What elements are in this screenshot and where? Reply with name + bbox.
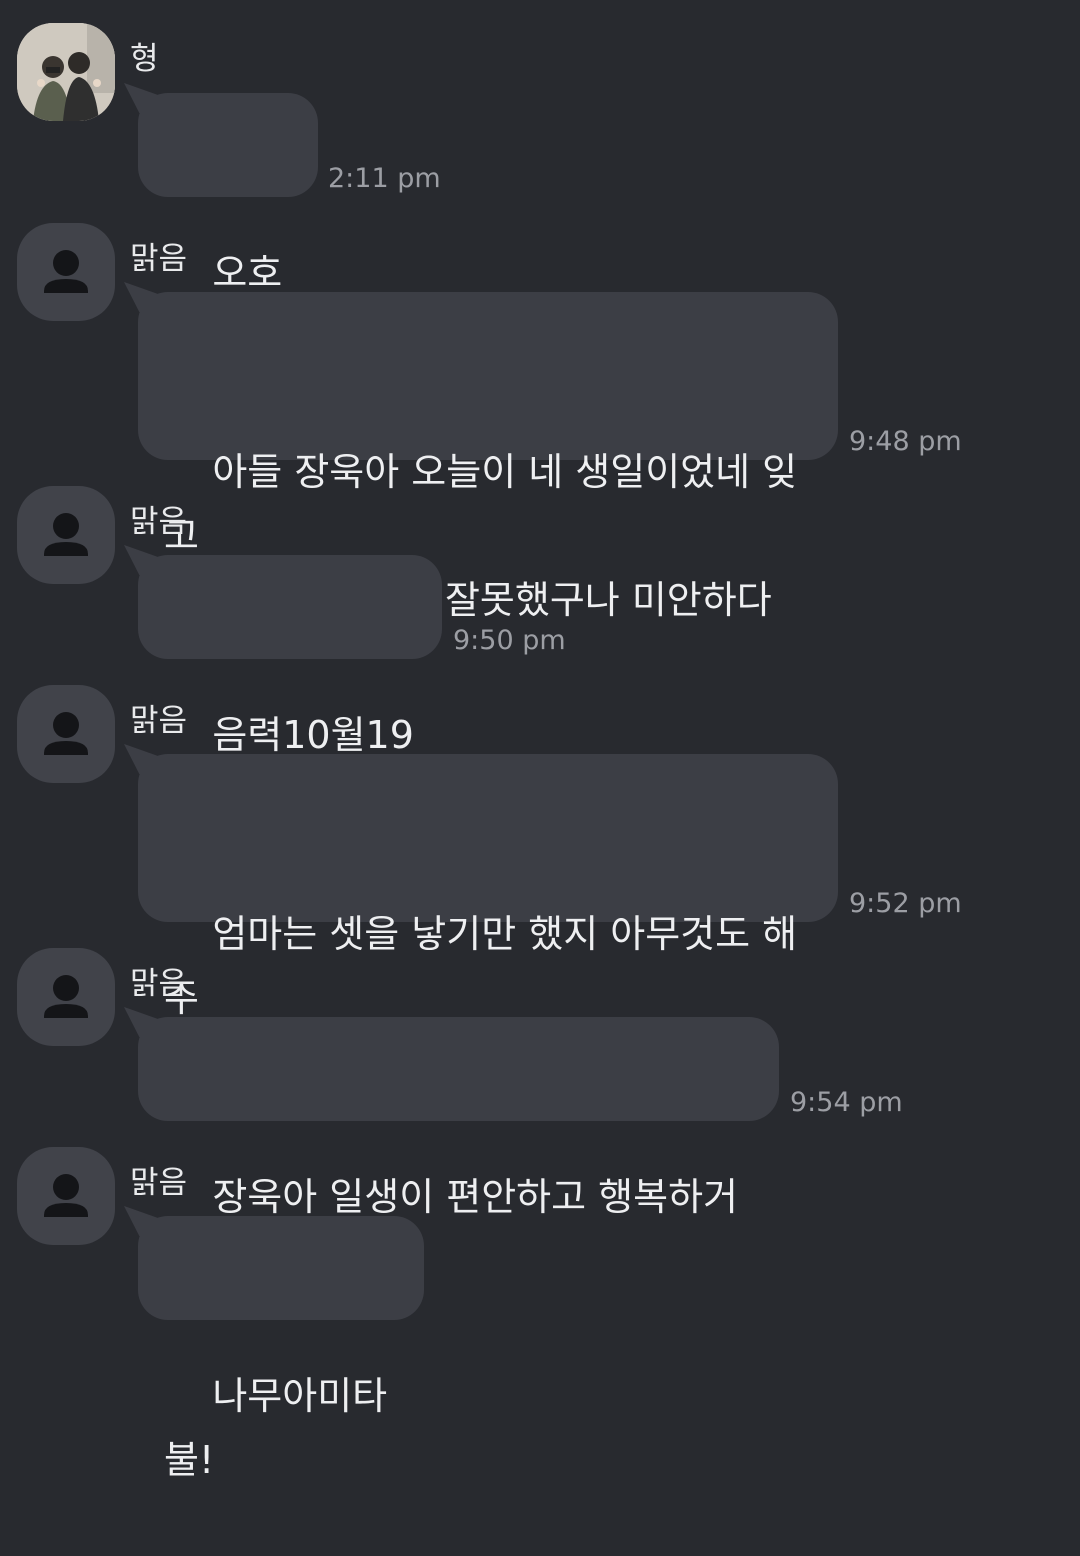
bubble-tail — [124, 1206, 158, 1236]
message-text: 나무아미타불! — [164, 1374, 388, 1482]
avatar[interactable] — [17, 486, 115, 584]
timestamp: 9:52 pm — [849, 888, 962, 919]
person-icon — [44, 975, 88, 1018]
message-bubble[interactable]: 오호~~ — [124, 83, 318, 359]
person-icon — [44, 250, 88, 293]
message-bubble[interactable]: 나무아미타불! — [124, 1206, 424, 1482]
avatar[interactable] — [17, 223, 115, 321]
sender-name: 맑음 — [130, 966, 188, 1002]
person-icon — [44, 513, 88, 556]
sender-name: 맑음 — [130, 703, 188, 739]
sender-name: 형 — [130, 41, 159, 77]
avatar[interactable] — [17, 1147, 115, 1245]
bubble-tail — [124, 1007, 158, 1037]
sender-name: 맑음 — [130, 1165, 188, 1201]
photo-avatar-icon — [17, 23, 115, 121]
timestamp: 9:48 pm — [849, 426, 962, 457]
sender-name: 맑음 — [130, 241, 188, 277]
person-icon — [44, 712, 88, 755]
message-bubble[interactable]: 엄마는 셋을 낳기만 했지 아무것도 해주 는게 없구나 엄마로서는 빵점이다 — [124, 744, 838, 1084]
sender-name: 맑음 — [130, 504, 188, 540]
message-bubble[interactable]: 음력10월19일 — [124, 545, 442, 821]
bubble-tail — [124, 282, 158, 312]
avatar[interactable] — [17, 948, 115, 1046]
message-bubble[interactable]: 아들 장욱아 오늘이 네 생일이었네 잊고 있었네 엄마가 참 잘못했구나 미안… — [124, 282, 838, 622]
bubble-tail — [124, 545, 158, 575]
timestamp: 9:50 pm — [453, 625, 566, 656]
avatar[interactable] — [17, 685, 115, 783]
bubble-tail — [124, 83, 158, 113]
person-icon — [44, 1174, 88, 1217]
bubble-tail — [124, 744, 158, 774]
message-bubble[interactable]: 장욱아 일생이 편안하고 행복하거라 — [124, 1007, 779, 1283]
avatar[interactable] — [17, 23, 115, 121]
timestamp: 2:11 pm — [328, 163, 441, 194]
timestamp: 9:54 pm — [790, 1087, 903, 1118]
